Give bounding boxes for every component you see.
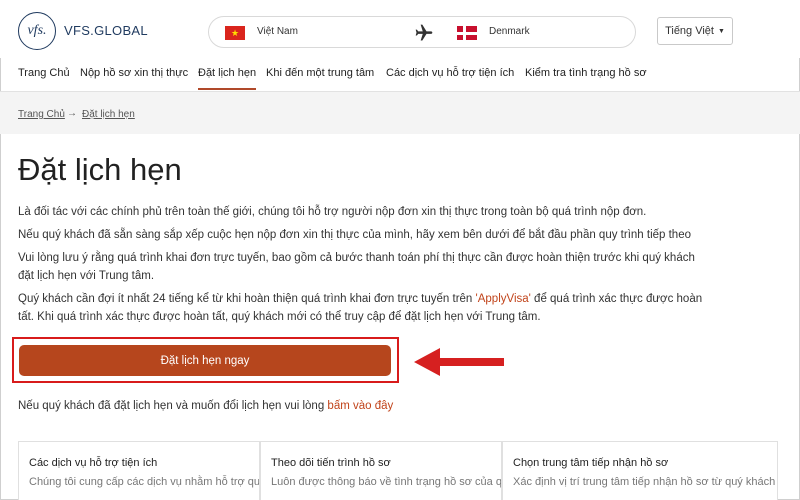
- wait-text-before: Quý khách cần đợi ít nhất 24 tiếng kể từ…: [18, 293, 476, 305]
- caret-down-icon: ▼: [717, 27, 725, 35]
- card-title: Theo dõi tiến trình hồ sơ: [271, 457, 391, 469]
- nav-item-track-status[interactable]: Kiểm tra tình trạng hồ sơ: [525, 67, 647, 79]
- book-appointment-button[interactable]: Đặt lịch hẹn ngay: [19, 345, 391, 376]
- wait-text-after: để quá trình xác thực được hoàn: [530, 293, 703, 305]
- logo-mark: vfs.: [27, 23, 47, 38]
- reschedule-paragraph: Nếu quý khách đã đặt lịch hẹn và muốn đổ…: [18, 397, 788, 416]
- card-description: Luôn được thông báo về tình trạng hồ sơ …: [271, 476, 502, 488]
- airplane-icon: [415, 24, 433, 41]
- card-title: Các dịch vụ hỗ trợ tiện ích: [29, 457, 158, 469]
- notice-paragraph-line1: Vui lòng lưu ý rằng quá trình khai đơn t…: [18, 252, 695, 264]
- arrow-right-icon: →: [67, 108, 77, 119]
- service-cards: Các dịch vụ hỗ trợ tiện ích Chúng tôi cu…: [18, 441, 778, 500]
- nav-item-visit-centre[interactable]: Khi đến một trung tâm: [266, 67, 374, 79]
- card-value-services[interactable]: Các dịch vụ hỗ trợ tiện ích Chúng tôi cu…: [18, 441, 260, 500]
- brand-name[interactable]: VFS.GLOBAL: [64, 23, 148, 38]
- reschedule-link[interactable]: bấm vào đây: [327, 400, 393, 412]
- language-dropdown[interactable]: Tiếng Việt ▼: [657, 17, 733, 45]
- card-choose-centre[interactable]: Chọn trung tâm tiếp nhận hồ sơ Xác định …: [502, 441, 778, 500]
- site-header: vfs. VFS.GLOBAL ★ Việt Nam Denmark Tiếng…: [0, 0, 800, 58]
- nav-item-home[interactable]: Trang Chủ: [18, 67, 70, 79]
- main-nav: Trang Chủ Nộp hồ sơ xin thị thực Đặt lịc…: [0, 58, 800, 92]
- notice-paragraph-line2: đặt lịch hẹn với Trung tâm.: [18, 270, 155, 282]
- applyvisa-link[interactable]: 'ApplyVisa': [476, 293, 531, 305]
- wait-paragraph-line1: Quý khách cần đợi ít nhất 24 tiếng kể từ…: [18, 290, 788, 309]
- breadcrumb: Trang Chủ → Đặt lịch hẹn: [0, 92, 800, 134]
- nav-item-book-appointment[interactable]: Đặt lịch hẹn: [198, 67, 257, 90]
- breadcrumb-current[interactable]: Đặt lịch hẹn: [82, 109, 135, 120]
- vietnam-flag-icon: ★: [225, 26, 245, 40]
- vfs-logo-icon[interactable]: vfs.: [18, 12, 56, 50]
- nav-item-value-services[interactable]: Các dịch vụ hỗ trợ tiện ích: [386, 67, 514, 79]
- ready-paragraph: Nếu quý khách đã sẵn sàng sắp xếp cuộc h…: [18, 229, 691, 241]
- nav-item-visa-apply[interactable]: Nộp hồ sơ xin thị thực: [80, 67, 188, 79]
- country-selector[interactable]: ★ Việt Nam Denmark: [208, 16, 636, 48]
- to-country[interactable]: Denmark: [489, 26, 530, 37]
- card-description: Chúng tôi cung cấp các dịch vụ nhằm hỗ t…: [29, 476, 260, 488]
- card-title: Chọn trung tâm tiếp nhận hồ sơ: [513, 457, 669, 469]
- from-country[interactable]: Việt Nam: [257, 26, 298, 37]
- page-title: Đặt lịch hẹn: [18, 152, 182, 187]
- reschedule-text: Nếu quý khách đã đặt lịch hẹn và muốn đổ…: [18, 400, 328, 412]
- breadcrumb-home[interactable]: Trang Chủ: [18, 109, 65, 120]
- card-track-application[interactable]: Theo dõi tiến trình hồ sơ Luôn được thôn…: [260, 441, 502, 500]
- card-description: Xác định vị trí trung tâm tiếp nhận hồ s…: [513, 476, 776, 488]
- wait-paragraph-line2: tất. Khi quá trình xác thực được hoàn tấ…: [18, 311, 541, 323]
- red-pointer-arrow-icon: [414, 348, 504, 376]
- intro-paragraph: Là đối tác với các chính phủ trên toàn t…: [18, 206, 647, 218]
- denmark-flag-icon: [457, 26, 477, 40]
- language-label: Tiếng Việt: [665, 25, 714, 37]
